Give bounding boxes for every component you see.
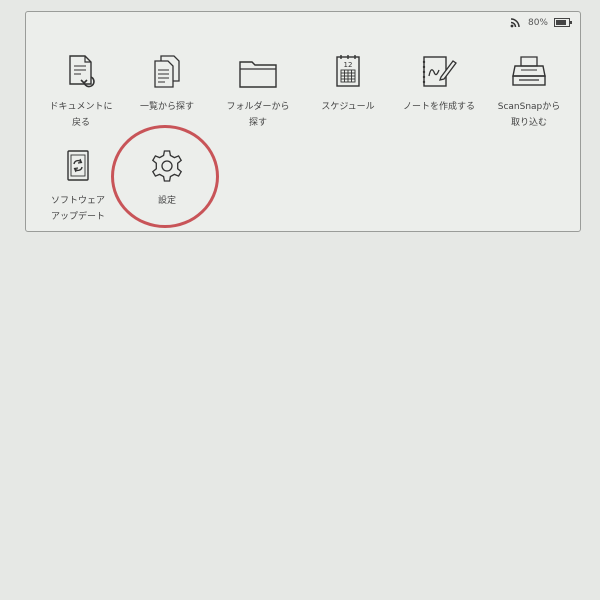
folder-icon bbox=[239, 61, 277, 88]
menu-item-label: 設定 bbox=[157, 196, 176, 206]
battery-percent: 80% bbox=[527, 17, 548, 28]
menu-item-browse-list[interactable]: 一覧から探す bbox=[119, 54, 215, 115]
gear-icon bbox=[151, 150, 183, 182]
document-return-icon bbox=[69, 55, 95, 88]
battery-icon bbox=[554, 18, 572, 27]
wifi-icon bbox=[510, 18, 520, 28]
menu-item-label: フォルダーから 探す bbox=[226, 102, 290, 128]
menu-item-settings[interactable]: 設定 bbox=[119, 148, 215, 209]
menu-item-label: スケジュール bbox=[321, 102, 375, 112]
menu-item-label: ドキュメントに 戻る bbox=[49, 102, 113, 128]
software-update-icon bbox=[67, 150, 89, 181]
menu-item-return-to-document[interactable]: ドキュメントに 戻る bbox=[33, 54, 129, 131]
menu-item-label: ScanSnapから 取り込む bbox=[497, 102, 561, 128]
menu-item-software-update[interactable]: ソフトウェア アップデート bbox=[30, 148, 126, 225]
note-pen-icon bbox=[422, 56, 457, 87]
battery-fill bbox=[556, 20, 566, 25]
app-menu-panel: 80% ドキュメントに 戻る 一覧から探す フォルダーから 探す 12 スケジュ… bbox=[25, 11, 581, 232]
document-list-icon bbox=[154, 55, 180, 88]
calendar-icon-text: 12 bbox=[344, 61, 353, 69]
menu-item-label: 一覧から探す bbox=[139, 102, 194, 112]
menu-item-create-note[interactable]: ノートを作成する bbox=[391, 54, 487, 115]
menu-item-schedule[interactable]: 12 スケジュール bbox=[300, 54, 396, 115]
menu-item-label: ノートを作成する bbox=[402, 102, 475, 112]
calendar-icon: 12 bbox=[336, 55, 360, 87]
menu-item-scansnap-import[interactable]: ScanSnapから 取り込む bbox=[481, 54, 577, 131]
menu-item-label: ソフトウェア アップデート bbox=[50, 196, 105, 222]
menu-item-browse-folder[interactable]: フォルダーから 探す bbox=[210, 54, 306, 131]
status-bar: 80% bbox=[510, 17, 572, 28]
scanner-icon bbox=[512, 56, 546, 86]
